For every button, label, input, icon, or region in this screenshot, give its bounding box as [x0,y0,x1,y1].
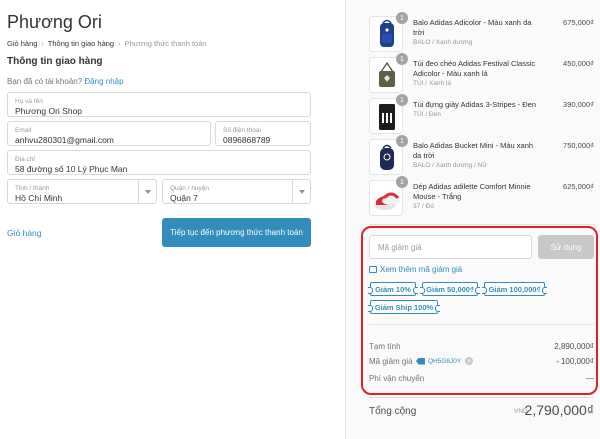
district-select-value: Quận 7 [170,193,198,203]
quantity-badge: 1 [396,53,408,65]
discount-label: Mã giảm giá [369,357,413,366]
list-item: 1 Dép Adidas adilette Comfort Minnie Mou… [369,176,594,216]
province-select-value: Hồ Chí Minh [15,193,63,203]
email-field[interactable]: Email anhvu280301@gmail.com [7,121,211,146]
divider [369,397,594,398]
phone-field[interactable]: Số điện thoại 0896868789 [215,121,311,146]
email-field-value[interactable]: anhvu280301@gmail.com [15,135,203,146]
product-price: 390,000₫ [563,100,594,109]
login-prompt: Bạn đã có tài khoản? Đăng nhập [7,77,124,86]
list-item: 1 Balo Adidas Adicolor - Màu xanh da trờ… [369,12,594,52]
coupon-chip[interactable]: Giảm 50,000₫ [420,282,480,296]
phone-field-label: Số điện thoại [223,127,261,134]
product-name: Dép Adidas adilette Comfort Minnie Mouse… [413,182,531,201]
product-variant: BALO / Xanh dương [413,39,473,46]
discount-code: QH5G8J0Y [428,357,462,365]
list-item: 1 Túi đeo chéo Adidas Festival Classic A… [369,53,594,93]
list-item: 1 Túi đựng giày Adidas 3-Stripes - Đen T… [369,94,594,134]
checkout-main: Phương Ori Giỏ hàng › Thông tin giao hàng ›… [0,0,345,439]
tag-icon [416,357,425,365]
product-variant: 37 / Đỏ [413,203,434,210]
product-price: 450,000₫ [563,59,594,68]
product-name: Túi đeo chéo Adidas Festival Classic Adi… [413,59,536,78]
chevron-right-icon: › [118,41,121,48]
chevron-down-icon [292,180,310,203]
name-field[interactable]: Họ và tên Phương Ori Shop [7,92,311,117]
back-to-cart-link[interactable]: Giỏ hàng [7,228,42,238]
apply-coupon-button[interactable]: Sử dụng [538,235,594,259]
shipping-label: Phí vận chuyển [369,374,425,383]
product-variant: BALO / Xanh dương / Nữ [413,162,487,169]
more-coupons-label: Xem thêm mã giảm giá [380,265,463,274]
product-variant: TÚI / Xanh lá [413,80,451,87]
subtotal-label: Tạm tính [369,342,401,351]
breadcrumb-cart[interactable]: Giỏ hàng [7,39,37,48]
divider [369,324,594,325]
chevron-down-icon [138,180,156,203]
quantity-badge: 1 [396,176,408,188]
address-field[interactable]: Địa chỉ 58 đường số 10 Lý Phục Man [7,150,311,175]
product-variant: TÚI / Đen [413,111,441,118]
list-item: 1 Balo Adidas Bucket Mini - Màu xanh da … [369,135,594,175]
discount-code-tag: QH5G8J0Y ✕ [416,357,474,365]
product-price: 675,000₫ [563,18,594,27]
quantity-badge: 1 [396,94,408,106]
district-select[interactable]: Quận / huyện Quận 7 [162,179,311,204]
total-label: Tổng cộng [369,406,417,417]
shipping-value: — [586,374,594,383]
shop-logo-text[interactable]: Phương Ori [7,12,102,33]
phone-field-value[interactable]: 0896868789 [223,135,303,146]
name-field-label: Họ và tên [15,98,43,105]
divider [369,224,594,225]
product-price: 625,000₫ [563,182,594,191]
login-link[interactable]: Đăng nhập [84,77,123,86]
province-select-label: Tỉnh / thành [15,185,50,192]
name-field-value[interactable]: Phương Ori Shop [15,106,303,117]
coupon-chip[interactable]: Giảm 100,000₫ [482,282,547,296]
breadcrumb: Giỏ hàng › Thông tin giao hàng › Phương thức… [7,39,207,48]
product-name: Túi đựng giày Adidas 3-Stripes - Đen [413,100,536,109]
remove-discount-icon[interactable]: ✕ [465,357,474,365]
continue-to-payment-button[interactable]: Tiếp tục đến phương thức thanh toán [162,218,311,247]
breadcrumb-shipping-info[interactable]: Thông tin giao hàng [48,39,114,48]
breadcrumb-payment-method: Phương thức thanh toán [124,39,207,48]
address-field-value[interactable]: 58 đường số 10 Lý Phục Man [15,164,303,175]
coupon-input[interactable]: Mã giảm giá [369,235,532,259]
product-name: Balo Adidas Adicolor - Màu xanh da trời [413,18,532,37]
district-select-label: Quận / huyện [170,185,210,192]
section-title: Thông tin giao hàng [7,56,103,67]
login-prompt-text: Bạn đã có tài khoản? [7,77,83,86]
quantity-badge: 1 [396,12,408,24]
total-value: 2,790,000₫ [524,402,594,418]
coupon-chip[interactable]: Giảm Ship 100% [368,300,440,314]
province-select[interactable]: Tỉnh / thành Hồ Chí Minh [7,179,157,204]
product-price: 750,000₫ [563,141,594,150]
subtotal-value: 2,890,000₫ [554,342,594,351]
address-field-label: Địa chỉ [15,156,35,163]
chevron-right-icon: › [41,41,44,48]
ticket-icon [369,266,377,273]
quantity-badge: 1 [396,135,408,147]
email-field-label: Email [15,127,32,134]
coupon-chip[interactable]: Giảm 10% [368,282,418,296]
product-name: Balo Adidas Bucket Mini - Màu xanh da tr… [413,141,534,160]
discount-value: - 100,000₫ [556,357,594,366]
more-coupons-link[interactable]: Xem thêm mã giảm giá [369,265,462,274]
